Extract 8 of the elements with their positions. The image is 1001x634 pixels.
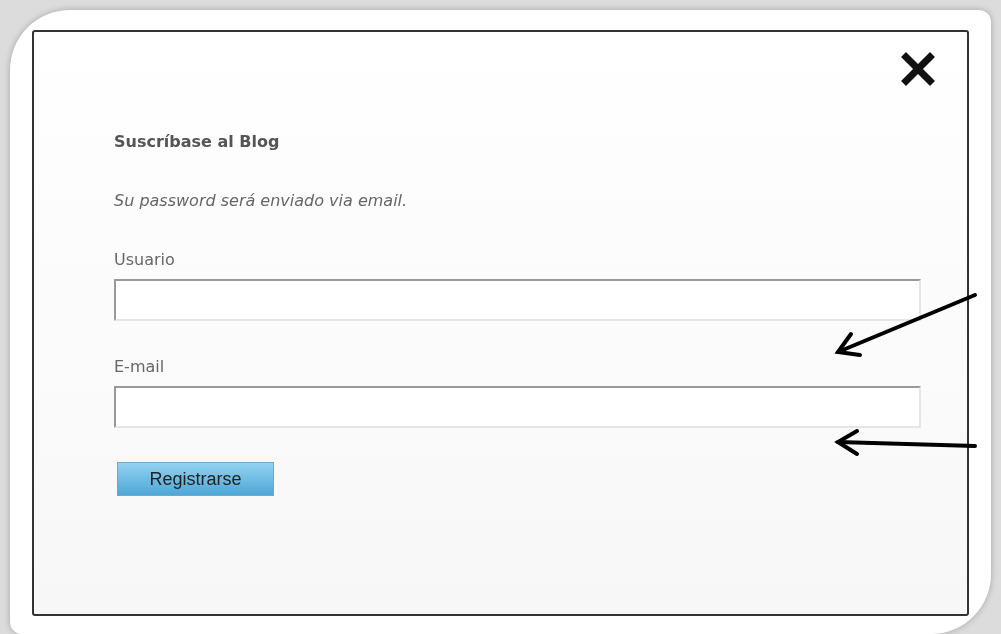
dialog-subtitle: Su password será enviado via email.: [114, 191, 409, 210]
field-label: E-mail: [114, 357, 166, 376]
field-label: Usuario: [114, 250, 176, 269]
close-icon[interactable]: [901, 52, 935, 86]
dialog-title: Suscríbase al Blog: [114, 132, 281, 151]
input-field[interactable]: [114, 279, 921, 321]
register-button[interactable]: Registrarse: [117, 462, 274, 496]
input-field[interactable]: [114, 386, 921, 428]
